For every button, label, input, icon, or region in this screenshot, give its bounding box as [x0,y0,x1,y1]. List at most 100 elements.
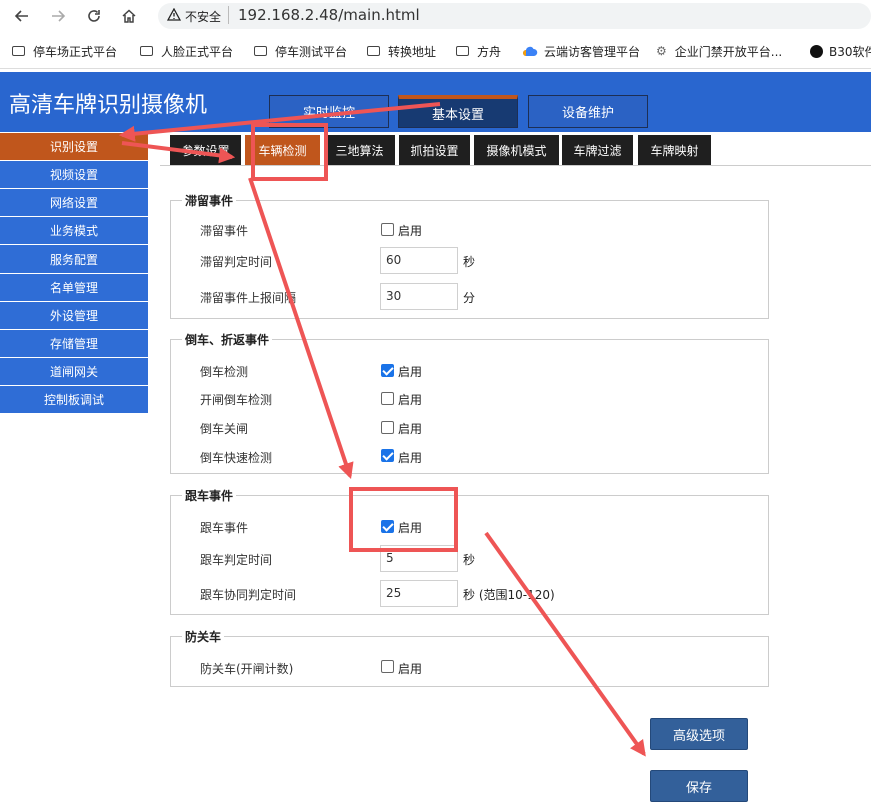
button-label: 高级选项 [672,728,725,744]
bookmark-item[interactable]: 方舟 [456,42,501,60]
back-icon[interactable] [10,4,34,28]
stay-interval-input[interactable]: 30 [380,283,458,310]
reverse-close-gate-label: 倒车关闸 [200,422,249,436]
unit-text: 分 [463,291,476,305]
sidebar-item-label: 识别设置 [49,140,98,154]
button-label: 保存 [685,780,712,796]
sidebar-item-label: 控制板调试 [43,393,104,407]
tab-basic-settings[interactable]: 基本设置 [398,95,518,128]
sidebar-item-label: 道闸网关 [49,365,98,379]
unit-text: 秒 [463,255,476,269]
anti-close-legend: 防关车 [182,628,225,645]
bookmarks-bar: 停车场正式平台 人脸正式平台 停车测试平台 转换地址 方舟 云端访客管理平台 ⚙… [0,34,871,69]
bookmark-item[interactable]: B30软件 [810,42,871,60]
stay-enable-checkbox[interactable] [381,223,394,236]
bookmark-label: B30软件 [829,44,871,59]
subtab-label: 车辆检测 [258,143,307,158]
app-title: 高清车牌识别摄像机 [9,93,208,118]
folder-icon [140,46,153,56]
sidebar-item-label: 服务配置 [49,252,98,267]
home-icon[interactable] [117,4,141,28]
unit-text: 秒 [463,553,476,567]
sidebar-item-label: 外设管理 [49,309,98,323]
sidebar-item-network[interactable]: 网络设置 [0,189,148,217]
sidebar-item-recognition[interactable]: 识别设置 [0,133,148,161]
subtab-label: 车牌过滤 [573,143,622,158]
sidebar-item-video[interactable]: 视频设置 [0,161,148,189]
bookmark-item[interactable]: 停车测试平台 [254,42,347,60]
sidebar-item-gate-gateway[interactable]: 道闸网关 [0,358,148,386]
bookmark-item[interactable]: 转换地址 [367,42,436,60]
folder-icon [456,46,469,56]
subtab-label: 抓拍设置 [410,143,459,158]
follow-coop-input[interactable]: 25 [380,580,458,607]
subtab-three-region[interactable]: 三地算法 [324,135,395,165]
anti-close-checkbox[interactable] [381,660,394,673]
reverse-detect-label: 倒车检测 [200,365,249,379]
tab-label: 基本设置 [431,107,484,123]
sidebar-item-business-mode[interactable]: 业务模式 [0,217,148,245]
reverse-fast-detect-checkbox[interactable] [381,449,394,462]
open-gate-reverse-label: 开闸倒车检测 [200,393,273,407]
tab-live-monitor[interactable]: 实时监控 [269,95,389,128]
subtab-label: 三地算法 [335,143,384,158]
stay-time-input[interactable]: 60 [380,247,458,274]
folder-icon [254,46,267,56]
address-bar[interactable]: 不安全 192.168.2.48/main.html [158,3,871,29]
follow-enable-checkbox[interactable] [381,520,394,533]
bookmark-item[interactable]: 人脸正式平台 [140,42,233,60]
subtab-baseline [160,165,871,166]
bookmark-label: 企业门禁开放平台... [674,44,783,59]
open-gate-reverse-checkbox[interactable] [381,392,394,405]
enable-text: 启用 [398,393,423,407]
subtab-capture[interactable]: 抓拍设置 [399,135,470,165]
security-label[interactable]: 不安全 [185,8,221,25]
sidebar-item-label: 业务模式 [49,224,98,238]
reverse-close-gate-checkbox[interactable] [381,421,394,434]
reverse-legend: 倒车、折返事件 [182,331,273,348]
subtab-label: 参数设置 [181,143,230,158]
bookmark-item[interactable]: 云端访客管理平台 [522,42,640,60]
unit-text: 秒 (范围10-120) [463,588,555,602]
sidebar-item-list-management[interactable]: 名单管理 [0,274,148,302]
subtab-plate-filter[interactable]: 车牌过滤 [562,135,633,165]
bookmark-label: 停车场正式平台 [33,44,118,59]
subtab-vehicle-detection[interactable]: 车辆检测 [245,135,320,165]
follow-time-label: 跟车判定时间 [200,553,273,567]
tab-label: 实时监控 [302,106,355,121]
stay-event-label: 滞留事件 [200,224,249,238]
subtab-label: 摄像机模式 [486,143,547,158]
divider [228,6,229,24]
bookmark-item[interactable]: 停车场正式平台 [12,42,117,60]
enable-text: 启用 [398,521,423,535]
warning-icon[interactable] [166,7,182,25]
forward-icon[interactable] [46,4,70,28]
subtab-camera-mode[interactable]: 摄像机模式 [474,135,559,165]
sidebar-item-storage[interactable]: 存储管理 [0,330,148,358]
sidebar-item-service-config[interactable]: 服务配置 [0,245,148,274]
enable-text: 启用 [398,662,423,676]
gear-icon: ⚙ [656,44,667,58]
sidebar-item-label: 名单管理 [49,281,98,295]
folder-icon [12,46,25,56]
sidebar-item-control-board[interactable]: 控制板调试 [0,386,148,414]
browser-toolbar: 不安全 192.168.2.48/main.html [0,0,871,32]
reload-icon[interactable] [82,4,106,28]
save-button[interactable]: 保存 [650,770,748,802]
follow-event-label: 跟车事件 [200,521,249,535]
stay-time-label: 滞留判定时间 [200,255,273,269]
advanced-options-button[interactable]: 高级选项 [650,718,748,750]
anti-close-label: 防关车(开闸计数) [200,662,294,676]
bookmark-item[interactable]: ⚙ 企业门禁开放平台... [656,42,782,60]
sidebar-item-label: 网络设置 [49,196,98,210]
cloud-icon [523,46,538,56]
subtab-parameter[interactable]: 参数设置 [170,135,241,165]
tab-device-maintenance[interactable]: 设备维护 [528,95,648,128]
sidebar-item-peripheral[interactable]: 外设管理 [0,302,148,330]
reverse-fast-detect-label: 倒车快速检测 [200,451,273,465]
subtab-plate-mapping[interactable]: 车牌映射 [638,135,711,165]
url-text[interactable]: 192.168.2.48/main.html [238,6,420,24]
folder-icon [367,46,380,56]
reverse-detect-checkbox[interactable] [381,364,394,377]
follow-time-input[interactable]: 5 [380,545,458,572]
